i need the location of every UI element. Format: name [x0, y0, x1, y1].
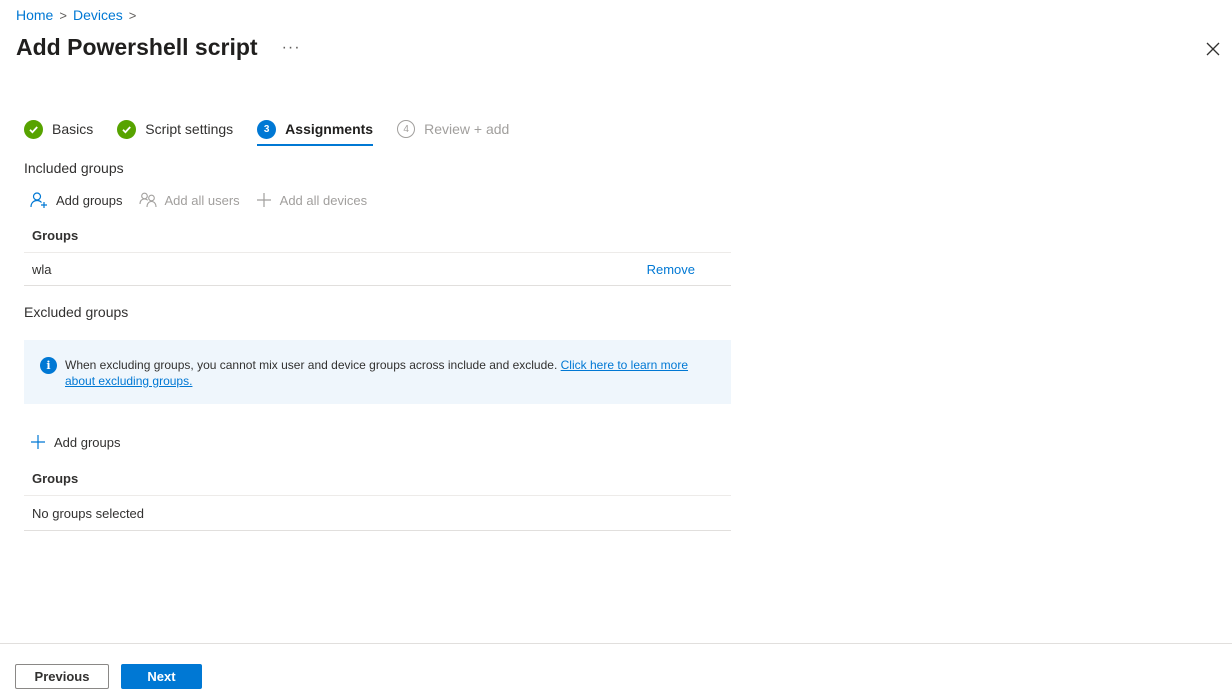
add-groups-label: Add groups	[54, 434, 121, 450]
checkmark-icon	[117, 119, 137, 139]
step-label: Review + add	[424, 121, 510, 137]
step-label: Script settings	[145, 121, 234, 137]
remove-group-link[interactable]: Remove	[647, 262, 695, 277]
users-icon	[138, 192, 157, 208]
add-excluded-groups-button[interactable]: Add groups	[30, 434, 121, 450]
add-groups-label: Add groups	[56, 192, 123, 208]
info-message-text: When excluding groups, you cannot mix us…	[65, 357, 705, 404]
info-message-body: When excluding groups, you cannot mix us…	[65, 358, 558, 372]
included-command-bar: Add groups Add all users Add all devices	[30, 192, 383, 208]
excluded-command-bar: Add groups	[30, 434, 137, 450]
next-button[interactable]: Next	[121, 664, 202, 689]
plus-icon	[256, 193, 271, 207]
add-all-users-button[interactable]: Add all users	[138, 192, 240, 208]
excluded-groups-table: Groups No groups selected	[24, 462, 731, 531]
previous-button[interactable]: Previous	[15, 664, 109, 689]
step-number-badge: 3	[257, 119, 277, 139]
step-assignments[interactable]: 3 Assignments	[257, 116, 374, 146]
add-all-users-label: Add all users	[164, 192, 240, 208]
step-review-add[interactable]: 4 Review + add	[397, 116, 509, 142]
add-all-devices-label: Add all devices	[279, 192, 368, 208]
step-script-settings[interactable]: Script settings	[117, 116, 233, 142]
empty-state-text: No groups selected	[32, 505, 145, 521]
table-row: wla Remove	[24, 253, 731, 286]
column-header-groups: Groups	[24, 219, 731, 253]
included-groups-table: Groups wla Remove	[24, 219, 731, 286]
add-groups-button[interactable]: Add groups	[30, 192, 123, 208]
breadcrumb-separator: >	[59, 7, 67, 23]
breadcrumb-home-link[interactable]: Home	[16, 7, 53, 23]
step-label: Basics	[52, 121, 94, 137]
step-number-badge: 4	[397, 120, 416, 138]
checkmark-icon	[24, 119, 43, 139]
close-icon[interactable]	[1204, 40, 1222, 58]
wizard-steps: Basics Script settings 3 Assignments 4 R…	[24, 116, 533, 146]
group-name: wla	[32, 261, 52, 277]
excluded-groups-heading: Excluded groups	[24, 304, 129, 320]
add-all-devices-button[interactable]: Add all devices	[256, 192, 367, 208]
info-message-bar: i When excluding groups, you cannot mix …	[24, 340, 731, 404]
step-label: Assignments	[285, 121, 374, 137]
plus-icon	[31, 435, 45, 449]
step-basics[interactable]: Basics	[24, 116, 93, 142]
breadcrumb-devices-link[interactable]: Devices	[73, 7, 123, 23]
add-user-icon	[30, 192, 47, 208]
title-row: Add Powershell script ···	[16, 34, 301, 61]
column-header-groups: Groups	[24, 462, 731, 496]
empty-row: No groups selected	[24, 496, 731, 531]
more-options-button[interactable]: ···	[282, 39, 301, 56]
page-title: Add Powershell script	[16, 34, 258, 60]
breadcrumb-separator: >	[128, 7, 137, 23]
included-groups-heading: Included groups	[24, 160, 124, 176]
breadcrumb: Home > Devices >	[16, 7, 142, 23]
info-icon: i	[40, 357, 57, 374]
